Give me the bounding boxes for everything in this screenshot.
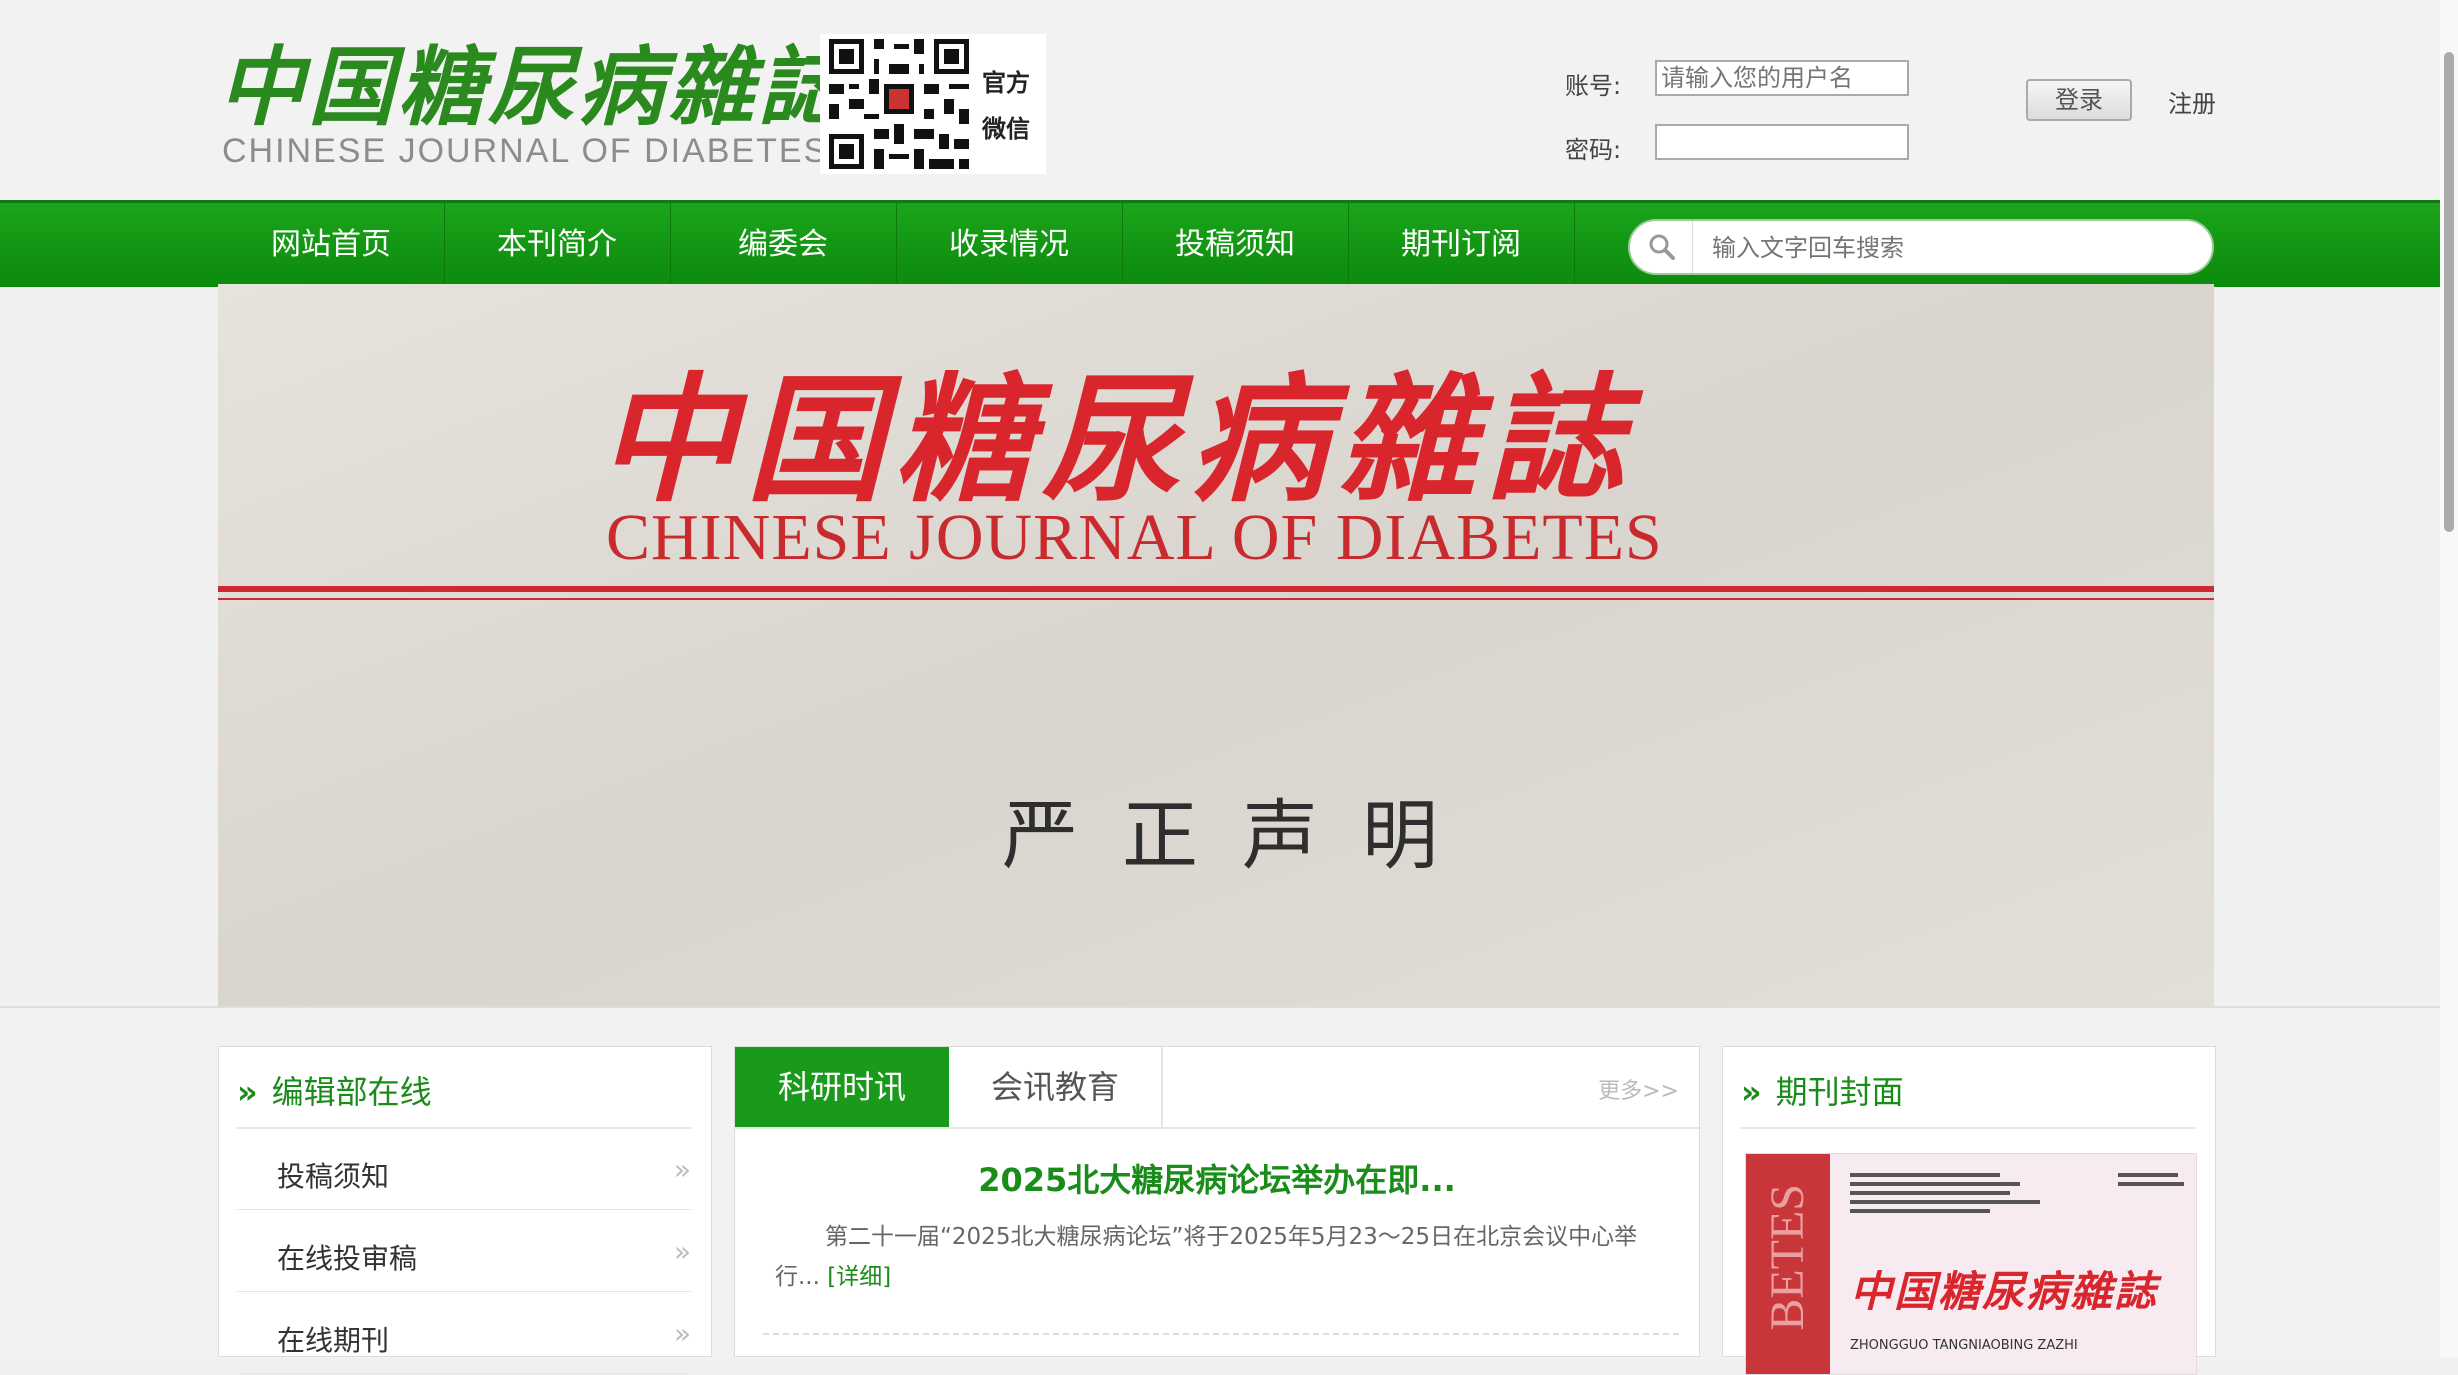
panel-divider [1741, 1127, 2195, 1129]
editorial-item-label: 在线期刊 [277, 1324, 390, 1357]
page-scrollbar[interactable] [2440, 0, 2458, 1357]
cover-spine-text: BETES [1761, 1184, 1814, 1331]
account-label: 账号: [1565, 72, 1622, 100]
search-icon[interactable] [1648, 233, 1676, 261]
banner-english-title: CHINESE JOURNAL OF DIABETES [606, 501, 1663, 574]
site-header: 中国糖尿病雜誌 CHINESE JOURNAL OF DIABETES 官方 微… [0, 0, 2440, 200]
cover-issn-block [2118, 1168, 2184, 1191]
cover-spine: BETES [1746, 1154, 1830, 1374]
cover-fine-print [1850, 1168, 2040, 1218]
double-chevron-right-icon: » [673, 1317, 691, 1350]
nav-indexing[interactable]: 收录情况 [896, 203, 1123, 287]
cover-panel: » 期刊封面 BETES 中国糖尿病雜誌 ZHONGGUO TANGNIAOBIN… [1722, 1046, 2216, 1375]
editorial-item-label: 在线投审稿 [277, 1242, 418, 1275]
news-headline[interactable]: 2025北大糖尿病论坛举办在即... [735, 1155, 1699, 1201]
search-divider [1692, 221, 1693, 273]
password-input[interactable] [1655, 124, 1909, 160]
editorial-item-submission-guide[interactable]: 投稿须知 » [237, 1129, 691, 1210]
double-chevron-icon: » [1741, 1073, 1762, 1111]
editorial-item-online-submission[interactable]: 在线投审稿 » [237, 1211, 691, 1292]
double-chevron-right-icon: » [673, 1235, 691, 1268]
wechat-qr-block: 官方 微信 [820, 34, 1046, 174]
nav-about[interactable]: 本刊简介 [444, 203, 671, 287]
editorial-panel: » 编辑部在线 投稿须知 » 在线投审稿 » 在线期刊 » [218, 1046, 712, 1374]
news-summary-text: 第二十一届“2025北大糖尿病论坛”将于2025年5月23～25日在北京会议中心… [775, 1224, 1638, 1290]
editorial-item-label: 投稿须知 [277, 1160, 390, 1193]
wechat-label: 官方 微信 [982, 60, 1030, 152]
site-logo[interactable]: 中国糖尿病雜誌 CHINESE JOURNAL OF DIABETES [218, 38, 844, 171]
news-panel: 科研时讯 会讯教育 更多>> 2025北大糖尿病论坛举办在即... 第二十一届“… [734, 1046, 1700, 1357]
logo-chinese-title: 中国糖尿病雜誌 [218, 37, 848, 138]
double-chevron-icon: » [237, 1073, 258, 1111]
search-box [1628, 219, 2214, 275]
password-label: 密码: [1565, 136, 1622, 164]
nav-subscription[interactable]: 期刊订阅 [1348, 203, 1575, 287]
news-summary: 第二十一届“2025北大糖尿病论坛”将于2025年5月23～25日在北京会议中心… [775, 1217, 1639, 1297]
banner-declaration: 严正声明 [1002, 791, 1482, 880]
qr-code-icon [824, 34, 974, 174]
cover-title-text: 期刊封面 [1775, 1073, 1904, 1111]
wechat-label-line2: 微信 [982, 115, 1030, 143]
news-detail-link[interactable]: [详细] [827, 1264, 891, 1290]
more-link[interactable]: 更多>> [1598, 1073, 1679, 1105]
cover-panel-title: » 期刊封面 [1741, 1067, 1904, 1113]
tab-conference-education[interactable]: 会讯教育 [949, 1047, 1163, 1127]
cover-pinyin-title: ZHONGGUO TANGNIAOBING ZAZHI [1850, 1338, 2078, 1353]
login-button[interactable]: 登录 [2026, 79, 2132, 121]
journal-cover-image[interactable]: BETES 中国糖尿病雜誌 ZHONGGUO TANGNIAOBING ZAZH… [1745, 1153, 2197, 1375]
nav-submission-guide[interactable]: 投稿须知 [1122, 203, 1349, 287]
editorial-item-online-journal[interactable]: 在线期刊 » [237, 1293, 691, 1374]
news-tabs: 科研时讯 会讯教育 更多>> [735, 1047, 1699, 1129]
news-divider [763, 1333, 1679, 1335]
wechat-label-line1: 官方 [982, 69, 1030, 97]
editorial-title-text: 编辑部在线 [271, 1073, 432, 1111]
editorial-panel-title: » 编辑部在线 [237, 1067, 432, 1113]
hero-banner[interactable]: 中国糖尿病雜誌 CHINESE JOURNAL OF DIABETES 严正声明 [218, 284, 2214, 1006]
search-input[interactable] [1710, 225, 2194, 271]
banner-red-rule [218, 586, 2214, 592]
register-link[interactable]: 注册 [2168, 84, 2216, 119]
banner-red-rule-thin [218, 598, 2214, 600]
nav-home[interactable]: 网站首页 [218, 203, 445, 287]
scrollbar-thumb[interactable] [2444, 52, 2454, 532]
tab-research-news[interactable]: 科研时讯 [735, 1047, 949, 1127]
double-chevron-right-icon: » [673, 1153, 691, 1186]
logo-english-title: CHINESE JOURNAL OF DIABETES [222, 132, 829, 170]
main-nav: 网站首页 本刊简介 编委会 收录情况 投稿须知 期刊订阅 [0, 200, 2440, 287]
banner-chinese-title: 中国糖尿病雜誌 [598, 358, 1635, 521]
cover-chinese-title: 中国糖尿病雜誌 [1850, 1267, 2159, 1316]
username-input[interactable] [1655, 60, 1909, 96]
nav-editorial-board[interactable]: 编委会 [670, 203, 897, 287]
